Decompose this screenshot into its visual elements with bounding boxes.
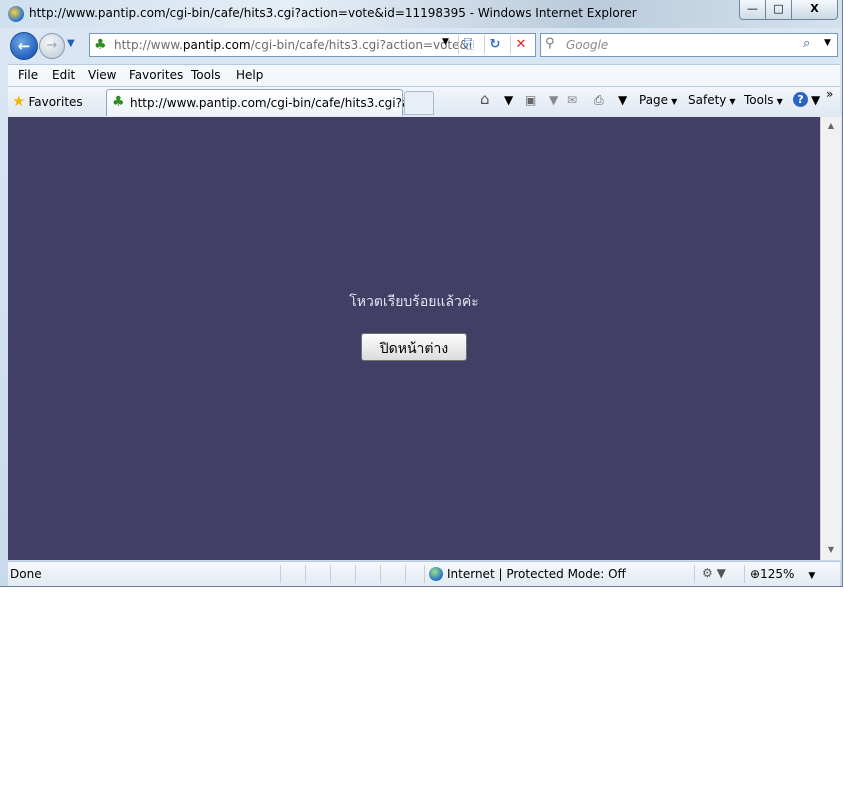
maximize-button[interactable]: □ [765, 0, 792, 20]
status-divider [694, 565, 695, 583]
back-button[interactable]: ← [10, 32, 38, 60]
feeds-icon[interactable]: ▣ [525, 93, 536, 107]
feeds-dropdown-icon[interactable]: ▼ [549, 93, 558, 107]
browser-window: http://www.pantip.com/cgi-bin/cafe/hits3… [0, 0, 843, 587]
menu-view[interactable]: View [88, 68, 116, 82]
title-bar: http://www.pantip.com/cgi-bin/cafe/hits3… [0, 0, 842, 28]
recent-pages-dropdown[interactable]: ▼ [67, 38, 75, 49]
forward-button[interactable]: → [39, 33, 65, 59]
address-url[interactable]: http://www.pantip.com/cgi-bin/cafe/hits3… [114, 38, 472, 52]
globe-icon [429, 567, 443, 581]
menu-tools[interactable]: Tools [191, 68, 221, 82]
vote-confirmation-message: โหวตเรียบร้อยแล้วค่ะ [349, 294, 479, 310]
cactus-favicon-icon: ♣ [94, 37, 107, 53]
page-content: โหวตเรียบร้อยแล้วค่ะ ปิดหน้าต่าง [8, 117, 820, 560]
status-divider [380, 565, 381, 583]
window-title: http://www.pantip.com/cgi-bin/cafe/hits3… [29, 6, 637, 20]
compatibility-view-icon[interactable]: ⎘ [458, 35, 479, 54]
vertical-scrollbar[interactable]: ▲ ▼ [820, 117, 841, 560]
search-options-dropdown[interactable]: ▼ [824, 38, 831, 48]
menu-favorites[interactable]: Favorites [129, 68, 183, 82]
home-icon[interactable]: ⌂ [480, 90, 490, 108]
status-bar: Done Internet | Protected Mode: Off ⚙ ▼ … [8, 561, 840, 586]
mail-icon[interactable]: ✉ [567, 93, 577, 107]
address-bar[interactable]: ♣ http://www.pantip.com/cgi-bin/cafe/hit… [89, 33, 536, 57]
status-divider [405, 565, 406, 583]
addon-manager-icon[interactable]: ⚙ ▼ [702, 566, 726, 580]
browser-tab-active[interactable]: ♣ http://www.pantip.com/cgi-bin/cafe/hit… [106, 89, 421, 116]
search-icon[interactable]: ⌕ [803, 36, 810, 51]
menu-edit[interactable]: Edit [52, 68, 75, 82]
navigation-bar: ← → ▼ ♣ http://www.pantip.com/cgi-bin/ca… [0, 28, 842, 64]
search-placeholder[interactable]: Google [566, 38, 608, 52]
status-divider [744, 565, 745, 583]
zoom-icon: ⊕ [750, 567, 761, 581]
help-icon[interactable]: ? [793, 92, 808, 107]
search-provider-icon: ⚲ [545, 36, 555, 51]
help-dropdown-icon[interactable]: ▼ [811, 93, 820, 107]
command-bar: ★ Favorites ♣ http://www.pantip.com/cgi-b… [8, 86, 840, 118]
refresh-button[interactable]: ↻ [484, 35, 505, 54]
menu-bar: File Edit View Favorites Tools Help [8, 64, 840, 87]
favorites-button[interactable]: ★ Favorites [12, 92, 83, 110]
status-divider [424, 565, 425, 583]
tools-menu-button[interactable]: Tools ▼ [744, 93, 783, 107]
status-divider [330, 565, 331, 583]
cactus-favicon-icon: ♣ [112, 94, 125, 110]
close-window-page-button[interactable]: ปิดหน้าต่าง [361, 333, 467, 361]
status-divider [305, 565, 306, 583]
search-box[interactable]: ⚲ Google ⌕ ▼ [540, 33, 838, 57]
home-dropdown-icon[interactable]: ▼ [504, 93, 513, 107]
print-dropdown-icon[interactable]: ▼ [618, 93, 627, 107]
print-icon[interactable]: ⎙ [594, 93, 604, 108]
security-zone[interactable]: Internet | Protected Mode: Off [429, 567, 626, 581]
menu-file[interactable]: File [18, 68, 38, 82]
scroll-up-icon[interactable]: ▲ [821, 121, 841, 130]
minimize-button[interactable]: — [739, 0, 766, 20]
address-dropdown-icon[interactable]: ▼ [442, 37, 456, 47]
safety-menu-button[interactable]: Safety ▼ [688, 93, 736, 107]
page-menu-button[interactable]: Page ▼ [639, 93, 677, 107]
close-window-button[interactable]: X [791, 0, 838, 20]
toolbar-overflow-chevron[interactable]: » [826, 87, 833, 101]
zoom-level[interactable]: ⊕125% ▼ [750, 567, 815, 581]
new-tab-button[interactable] [404, 91, 434, 115]
status-divider [280, 565, 281, 583]
status-divider [355, 565, 356, 583]
star-icon: ★ [12, 92, 26, 110]
zoom-dropdown-icon[interactable]: ▼ [808, 571, 815, 581]
tab-label: http://www.pantip.com/cgi-bin/cafe/hits3… [130, 96, 421, 110]
stop-button[interactable]: ✕ [510, 35, 531, 54]
scroll-down-icon[interactable]: ▼ [821, 545, 841, 554]
menu-help[interactable]: Help [236, 68, 263, 82]
status-text: Done [10, 567, 42, 581]
ie-logo-icon [8, 6, 24, 22]
